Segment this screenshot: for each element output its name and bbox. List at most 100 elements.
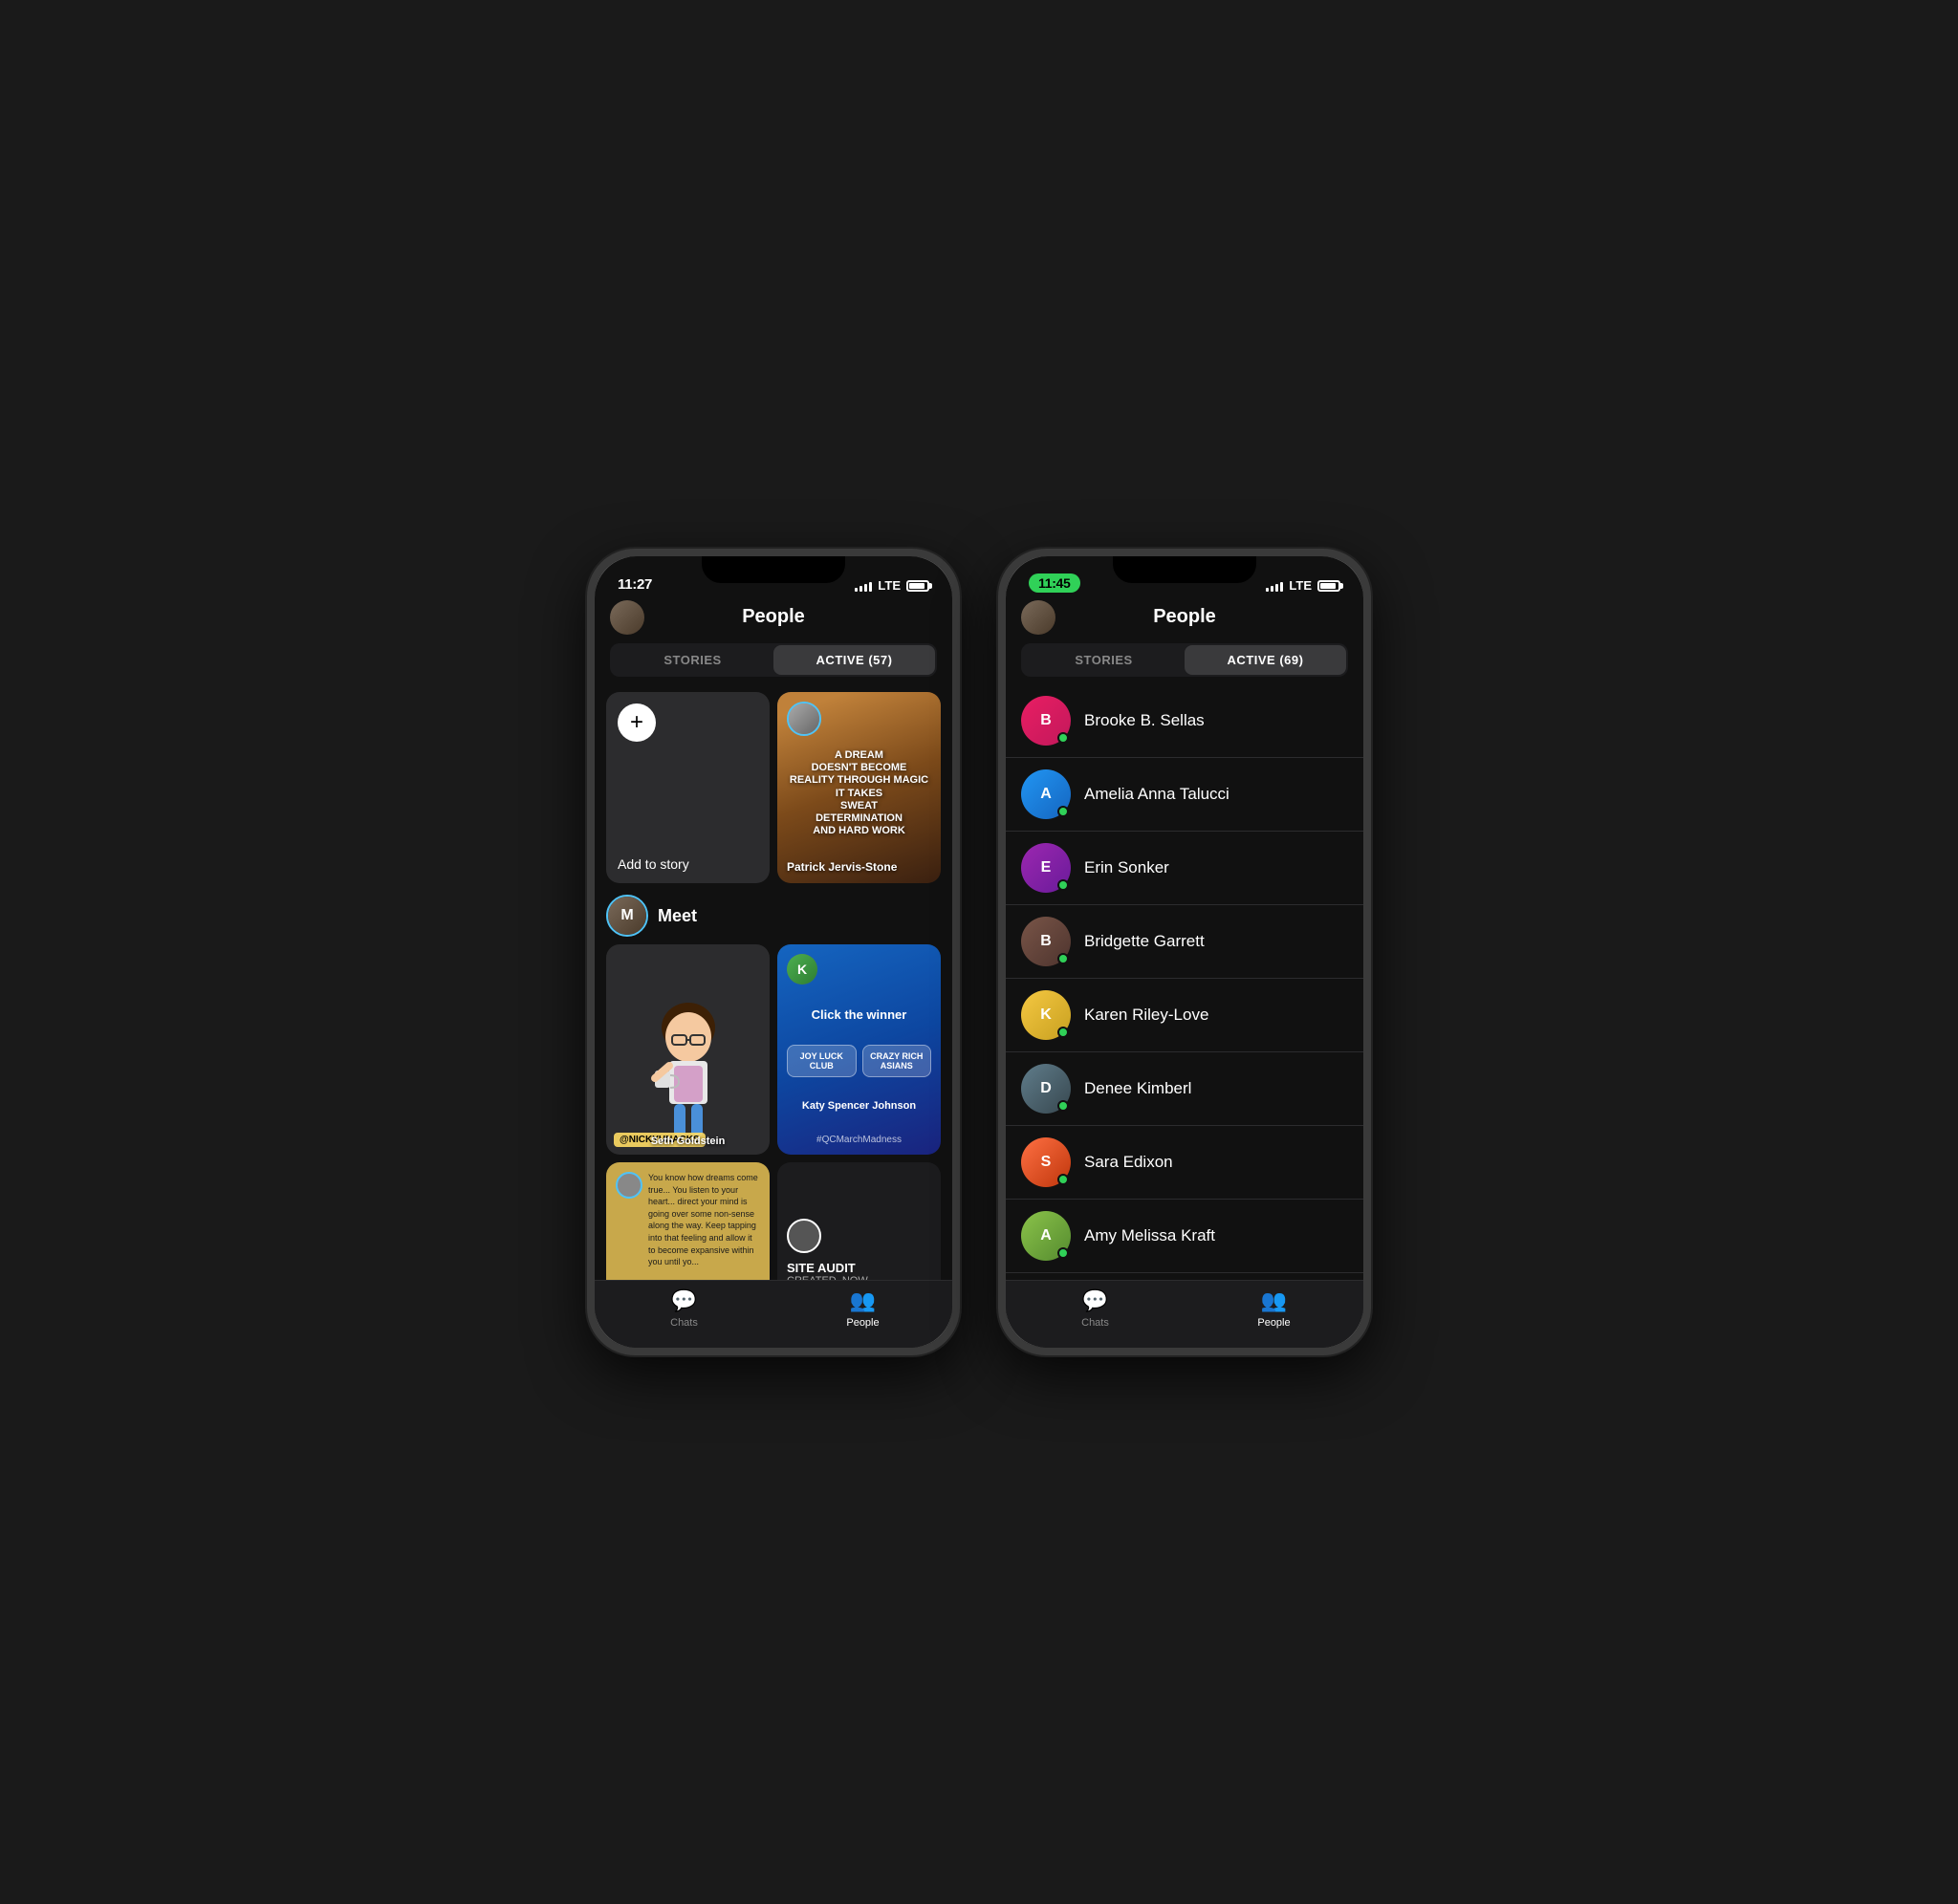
- person-denee[interactable]: D Denee Kimberl: [1006, 1052, 1363, 1126]
- bottom-nav-1: 💬 Chats 👥 People: [595, 1280, 952, 1348]
- lte-label-2: LTE: [1289, 578, 1312, 593]
- amelia-avatar-wrap: A: [1021, 769, 1071, 819]
- sara-name: Sara Edixon: [1084, 1153, 1173, 1172]
- denee-avatar-wrap: D: [1021, 1064, 1071, 1114]
- karen-avatar-wrap: K: [1021, 990, 1071, 1040]
- phone-1-screen: 11:27 LTE People STO: [595, 556, 952, 1348]
- people-icon-1: 👥: [850, 1288, 876, 1313]
- nav-people-label-1: People: [846, 1317, 879, 1329]
- amy-name: Amy Melissa Kraft: [1084, 1226, 1215, 1245]
- tab-selector-2: STORIES ACTIVE (69): [1021, 643, 1348, 677]
- poll-option-2[interactable]: CRAZY RICH ASIANS: [862, 1045, 932, 1077]
- header-avatar-1[interactable]: [610, 600, 644, 635]
- poll-avatar: K: [787, 954, 817, 984]
- tab-stories-2[interactable]: STORIES: [1023, 645, 1185, 675]
- text-story-avatar: [616, 1172, 642, 1199]
- status-bar-2: 11:45 LTE: [1006, 556, 1363, 598]
- person-sara[interactable]: S Sara Edixon: [1006, 1126, 1363, 1200]
- add-story-icon[interactable]: +: [618, 703, 656, 742]
- header-avatar-2[interactable]: [1021, 600, 1055, 635]
- status-time-2: 11:45: [1029, 573, 1080, 593]
- dark-card-avatar: [787, 1219, 821, 1253]
- poll-title: Click the winner: [787, 1007, 931, 1022]
- denee-online: [1057, 1100, 1069, 1112]
- bottom-nav-2: 💬 Chats 👥 People: [1006, 1280, 1363, 1348]
- add-story-label: Add to story: [618, 856, 758, 872]
- tab-active-2[interactable]: ACTIVE (69): [1185, 645, 1346, 675]
- poll-options: JOY LUCK CLUB CRAZY RICH ASIANS: [787, 1045, 931, 1077]
- page-title-2: People: [1153, 606, 1216, 628]
- header-2: People: [1006, 598, 1363, 636]
- sara-online: [1057, 1174, 1069, 1185]
- erin-avatar-wrap: E: [1021, 843, 1071, 893]
- amy-avatar-wrap: A: [1021, 1211, 1071, 1261]
- amy-online: [1057, 1247, 1069, 1259]
- meet-label: Meet: [658, 906, 697, 926]
- poll-option-1[interactable]: JOY LUCK CLUB: [787, 1045, 857, 1077]
- amelia-online: [1057, 806, 1069, 817]
- bitmoji-card[interactable]: @NICKYUNACKS Seth Goldstein: [606, 944, 770, 1155]
- bridgette-avatar-wrap: B: [1021, 917, 1071, 966]
- sara-avatar-wrap: S: [1021, 1137, 1071, 1187]
- poll-card[interactable]: K Click the winner JOY LUCK CLUB CRAZY R…: [777, 944, 941, 1155]
- content-1: + Add to story A DREAMDOESN'T BECOMEREAL…: [595, 684, 952, 1280]
- katy-name: Katy Spencer Johnson: [787, 1100, 931, 1112]
- signal-icon-1: [855, 580, 872, 592]
- nav-chats-2[interactable]: 💬 Chats: [1006, 1288, 1185, 1329]
- meet-grid: @NICKYUNACKS Seth Goldstein K Click the …: [606, 944, 941, 1155]
- person-brooke[interactable]: B Brooke B. Sellas: [1006, 684, 1363, 758]
- poll-hashtag: #QCMarchMadness: [787, 1135, 931, 1145]
- patrick-story-card[interactable]: A DREAMDOESN'T BECOMEREALITY THROUGH MAG…: [777, 692, 941, 883]
- tab-selector-1: STORIES ACTIVE (57): [610, 643, 937, 677]
- patrick-name: Patrick Jervis-Stone: [787, 860, 931, 874]
- nav-people-2[interactable]: 👥 People: [1185, 1288, 1363, 1329]
- meet-row: M Meet: [606, 895, 941, 937]
- bridgette-name: Bridgette Garrett: [1084, 932, 1205, 951]
- lte-label-1: LTE: [878, 578, 901, 593]
- chat-icon-1: 💬: [671, 1288, 697, 1313]
- text-story-card[interactable]: You know how dreams come true... You lis…: [606, 1162, 770, 1280]
- patrick-avatar: [787, 702, 821, 736]
- tab-stories-1[interactable]: STORIES: [612, 645, 773, 675]
- dark-story-card[interactable]: SITE AUDIT CREATED. NOW: [777, 1162, 941, 1280]
- tab-active-1[interactable]: ACTIVE (57): [773, 645, 935, 675]
- status-icons-2: LTE: [1266, 578, 1340, 593]
- karen-online: [1057, 1027, 1069, 1038]
- meet-avatar: M: [606, 895, 648, 937]
- add-story-card[interactable]: + Add to story: [606, 692, 770, 883]
- person-amy[interactable]: A Amy Melissa Kraft: [1006, 1200, 1363, 1273]
- dark-card-title: SITE AUDIT: [787, 1261, 931, 1275]
- denee-name: Denee Kimberl: [1084, 1079, 1191, 1098]
- phone-2: 11:45 LTE People STO: [998, 549, 1371, 1355]
- person-julia[interactable]: J Julia Simms: [1006, 1273, 1363, 1280]
- phone-2-screen: 11:45 LTE People STO: [1006, 556, 1363, 1348]
- erin-online: [1057, 879, 1069, 891]
- nav-chats-1[interactable]: 💬 Chats: [595, 1288, 773, 1329]
- person-erin[interactable]: E Erin Sonker: [1006, 832, 1363, 905]
- amelia-name: Amelia Anna Talucci: [1084, 785, 1229, 804]
- brooke-name: Brooke B. Sellas: [1084, 711, 1205, 730]
- nav-people-1[interactable]: 👥 People: [773, 1288, 952, 1329]
- text-story-text: You know how dreams come true... You lis…: [648, 1172, 760, 1268]
- bottom-row: You know how dreams come true... You lis…: [606, 1162, 941, 1280]
- seth-name: Seth Goldstein: [651, 1136, 726, 1147]
- person-bridgette[interactable]: B Bridgette Garrett: [1006, 905, 1363, 979]
- person-karen[interactable]: K Karen Riley-Love: [1006, 979, 1363, 1052]
- battery-icon-2: [1317, 580, 1340, 592]
- text-story-content: You know how dreams come true... You lis…: [616, 1172, 760, 1268]
- status-bar-1: 11:27 LTE: [595, 556, 952, 598]
- person-amelia[interactable]: A Amelia Anna Talucci: [1006, 758, 1363, 832]
- nav-people-label-2: People: [1257, 1317, 1290, 1329]
- brooke-avatar-wrap: B: [1021, 696, 1071, 746]
- battery-icon-1: [906, 580, 929, 592]
- nav-chats-label-2: Chats: [1081, 1317, 1109, 1329]
- brooke-online: [1057, 732, 1069, 744]
- page-title-1: People: [742, 606, 805, 628]
- erin-name: Erin Sonker: [1084, 858, 1169, 877]
- status-time-1: 11:27: [618, 576, 652, 593]
- chat-icon-2: 💬: [1082, 1288, 1108, 1313]
- nav-chats-label-1: Chats: [670, 1317, 698, 1329]
- header-1: People: [595, 598, 952, 636]
- karen-name: Karen Riley-Love: [1084, 1006, 1208, 1025]
- bridgette-online: [1057, 953, 1069, 964]
